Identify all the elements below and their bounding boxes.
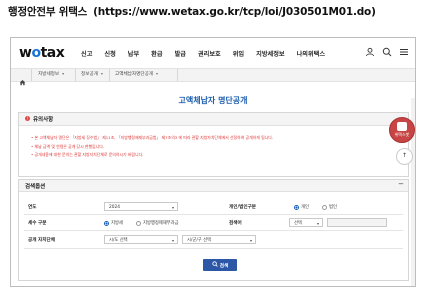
chevron-down-icon: ▾: [100, 71, 103, 76]
region-label: 공개 자치단체: [28, 238, 55, 243]
chatbot-button[interactable]: 위택스봇: [389, 117, 415, 143]
search-icon[interactable]: [382, 47, 392, 57]
chevron-down-icon: ▾: [171, 238, 174, 243]
search-options-header[interactable]: 검색옵션 −: [19, 180, 408, 192]
caption: 행정안전부 위택스 (https://www.wetax.go.kr/tcp/lo…: [8, 4, 376, 19]
chevron-down-icon: ▾: [316, 221, 319, 226]
breadcrumb: 지방세정보 ▾ 정보공개 ▾ 고액체납자명단공개 ▾: [11, 69, 415, 86]
page-title: 고액체납자 명단공개: [178, 96, 248, 105]
scroll-top-button[interactable]: ↑: [396, 148, 413, 165]
search-row-region: 공개 자치단체 시/도 선택 ▾ 시/군/구 선택 ▾: [24, 232, 403, 249]
radio-empty-icon: [322, 204, 327, 210]
search-button[interactable]: 검색: [203, 259, 237, 271]
chevron-down-icon: ▾: [156, 71, 159, 76]
alert-icon: !: [25, 116, 30, 121]
caption-title: 행정안전부 위택스: [8, 6, 88, 18]
breadcrumb-divider: [75, 69, 76, 81]
notice-panel: ! 유의사항 − • 본 고액체납자 명단은 「지방세 징수법」 제11조, 「…: [18, 112, 409, 177]
sido-select[interactable]: 시/도 선택 ▾: [104, 235, 178, 244]
collapse-icon[interactable]: −: [398, 180, 404, 188]
tax-type-label: 세수 구분: [28, 221, 47, 226]
main-nav: 신고 신청 납부 환급 발급 권리보호 위임 지방세정보 나의위택스: [81, 49, 337, 58]
search-row-tax: 세수 구분 지방세 지방행정제재부과금 검색어 선택 ▾: [24, 216, 403, 231]
screenshot-frame: wotax 신고 신청 납부 환급 발급 권리보호 위임 지방세정보 나의위택스…: [10, 37, 416, 287]
search-options-panel: 검색옵션 − 연도 2024 ▾ 개인/법인구분 개인 법인 세수 구분 지방세 …: [18, 179, 409, 281]
nav-item-delegate[interactable]: 위임: [233, 49, 244, 58]
site-header: wotax 신고 신청 납부 환급 발급 권리보호 위임 지방세정보 나의위택스: [11, 38, 415, 69]
type-label: 개인/법인구분: [229, 205, 257, 210]
breadcrumb-divider: [31, 69, 32, 81]
caption-url: (https://www.wetax.go.kr/tcp/loi/J030501…: [93, 6, 376, 18]
keyword-label: 검색어: [229, 221, 242, 226]
keyword-type-select[interactable]: 선택 ▾: [289, 218, 323, 227]
search-options-title: 검색옵션: [25, 184, 46, 190]
home-icon[interactable]: [19, 71, 26, 90]
search-icon: [211, 261, 218, 269]
chevron-down-icon: ▾: [62, 71, 65, 76]
year-select[interactable]: 2024 ▾: [104, 202, 178, 211]
nav-item-rights[interactable]: 권리보호: [198, 49, 221, 58]
radio-admin-sanction[interactable]: 지방행정제재부과금: [136, 220, 179, 226]
robot-icon: [397, 122, 407, 131]
notice-header[interactable]: ! 유의사항 −: [19, 113, 408, 126]
radio-individual[interactable]: 개인: [294, 204, 309, 210]
notice-line: • 공개내용에 대한 문의는 관할 지방자치단체로 문의하시기 바랍니다.: [31, 152, 144, 157]
notice-line: • 본 고액체납자 명단은 「지방세 징수법」 제11조, 「지방행정제재부과금…: [31, 135, 274, 140]
header-icons: [365, 47, 409, 57]
radio-selected-icon: [294, 204, 299, 210]
nav-item-taxinfo[interactable]: 지방세정보: [256, 49, 284, 58]
nav-item-apply[interactable]: 신청: [104, 49, 115, 58]
user-icon[interactable]: [365, 47, 375, 57]
breadcrumb-divider: [177, 69, 178, 81]
breadcrumb-item-taxinfo[interactable]: 지방세정보 ▾: [38, 71, 64, 77]
arrow-up-icon: ↑: [401, 152, 408, 159]
search-row-year: 연도 2024 ▾ 개인/법인구분 개인 법인: [24, 200, 403, 215]
radio-local-tax[interactable]: 지방세: [104, 220, 123, 226]
radio-selected-icon: [104, 220, 109, 226]
breadcrumb-divider: [109, 69, 110, 81]
chatbot-label: 위택스봇: [394, 132, 410, 137]
breadcrumb-item-disclosure[interactable]: 정보공개 ▾: [81, 71, 103, 77]
sigungu-select[interactable]: 시/군/구 선택 ▾: [182, 235, 256, 244]
breadcrumb-item-defaulters[interactable]: 고액체납자명단공개 ▾: [115, 71, 158, 77]
menu-icon[interactable]: [399, 47, 409, 57]
nav-item-mywetax[interactable]: 나의위택스: [297, 49, 325, 58]
radio-empty-icon: [136, 220, 141, 226]
radio-corporation[interactable]: 법인: [322, 204, 337, 210]
nav-item-report[interactable]: 신고: [81, 49, 92, 58]
notice-title: 유의사항: [33, 117, 54, 123]
site-logo[interactable]: wotax: [19, 45, 65, 61]
chevron-down-icon: ▾: [171, 205, 174, 210]
year-label: 연도: [28, 205, 37, 210]
nav-item-refund[interactable]: 환급: [151, 49, 162, 58]
keyword-input[interactable]: [327, 218, 387, 227]
chevron-down-icon: ▾: [249, 238, 252, 243]
nav-item-issue[interactable]: 발급: [175, 49, 186, 58]
notice-line: • 체납 금액 및 연령은 공개 당시 현행입니다.: [31, 143, 105, 149]
nav-item-pay[interactable]: 납부: [128, 49, 139, 58]
